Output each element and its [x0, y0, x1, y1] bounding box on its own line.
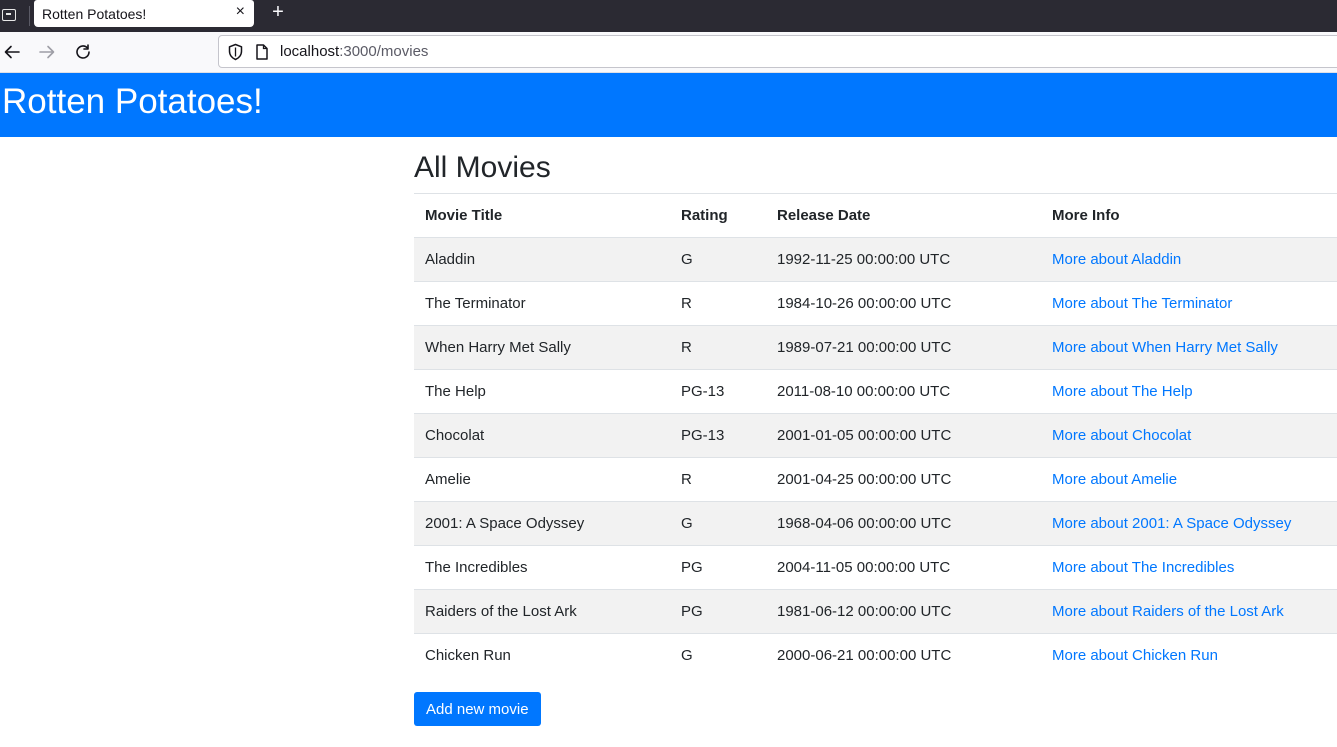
more-info-cell: More about Aladdin	[1041, 237, 1337, 282]
more-info-link[interactable]: More about 2001: A Space Odyssey	[1052, 515, 1291, 532]
movie-title: When Harry Met Sally	[414, 325, 670, 370]
table-row: Raiders of the Lost Ark PG 1981-06-12 00…	[414, 589, 1337, 634]
movie-rating: PG	[670, 545, 766, 590]
table-row: Aladdin G 1992-11-25 00:00:00 UTC More a…	[414, 237, 1337, 282]
more-info-cell: More about 2001: A Space Odyssey	[1041, 501, 1337, 546]
app-title: Rotten Potatoes!	[2, 82, 263, 121]
movie-title: The Incredibles	[414, 545, 670, 590]
movie-rating: R	[670, 281, 766, 326]
movie-title: Aladdin	[414, 237, 670, 282]
table-header-row: Movie Title Rating Release Date More Inf…	[414, 193, 1337, 238]
plus-icon[interactable]: +	[268, 0, 288, 24]
table-row: The Help PG-13 2011-08-10 00:00:00 UTC M…	[414, 369, 1337, 414]
column-header-more-info: More Info	[1041, 193, 1337, 238]
movie-release-date: 2001-01-05 00:00:00 UTC	[766, 413, 1041, 458]
movie-release-date: 2000-06-21 00:00:00 UTC	[766, 633, 1041, 678]
app-header: Rotten Potatoes!	[0, 73, 1337, 137]
movie-release-date: 1992-11-25 00:00:00 UTC	[766, 237, 1041, 282]
browser-tab-bar: Rotten Potatoes! × +	[0, 0, 1337, 32]
movie-release-date: 1989-07-21 00:00:00 UTC	[766, 325, 1041, 370]
url-text[interactable]: localhost:3000/movies	[280, 43, 428, 60]
page-title: All Movies	[414, 151, 551, 184]
column-header-release-date: Release Date	[766, 193, 1041, 238]
more-info-cell: More about Raiders of the Lost Ark	[1041, 589, 1337, 634]
tab-title: Rotten Potatoes!	[42, 5, 147, 22]
movie-title: 2001: A Space Odyssey	[414, 501, 670, 546]
movie-rating: PG-13	[670, 413, 766, 458]
shield-icon[interactable]	[227, 43, 244, 66]
movie-title: Chocolat	[414, 413, 670, 458]
back-arrow-icon[interactable]	[2, 42, 22, 62]
movie-rating: R	[670, 457, 766, 502]
more-info-cell: More about Amelie	[1041, 457, 1337, 502]
movie-rating: G	[670, 237, 766, 282]
browser-tab[interactable]: Rotten Potatoes! ×	[34, 0, 254, 27]
movie-release-date: 2004-11-05 00:00:00 UTC	[766, 545, 1041, 590]
close-icon[interactable]: ×	[236, 3, 245, 21]
url-bar[interactable]: localhost:3000/movies	[218, 35, 1337, 68]
movie-title: The Help	[414, 369, 670, 414]
column-header-rating: Rating	[670, 193, 766, 238]
movie-title: Amelie	[414, 457, 670, 502]
column-header-title: Movie Title	[414, 193, 670, 238]
movie-release-date: 1984-10-26 00:00:00 UTC	[766, 281, 1041, 326]
movie-rating: R	[670, 325, 766, 370]
more-info-cell: More about Chocolat	[1041, 413, 1337, 458]
tab-separator	[29, 6, 30, 26]
table-row: Chicken Run G 2000-06-21 00:00:00 UTC Mo…	[414, 633, 1337, 678]
add-new-movie-button[interactable]: Add new movie	[414, 692, 541, 726]
forward-arrow-icon[interactable]	[37, 42, 57, 62]
more-info-link[interactable]: More about The Help	[1052, 383, 1193, 400]
movie-release-date: 2001-04-25 00:00:00 UTC	[766, 457, 1041, 502]
more-info-link[interactable]: More about Raiders of the Lost Ark	[1052, 603, 1284, 620]
movie-rating: PG-13	[670, 369, 766, 414]
more-info-cell: More about The Incredibles	[1041, 545, 1337, 590]
more-info-cell: More about The Terminator	[1041, 281, 1337, 326]
movie-title: The Terminator	[414, 281, 670, 326]
movie-release-date: 1981-06-12 00:00:00 UTC	[766, 589, 1041, 634]
table-row: Amelie R 2001-04-25 00:00:00 UTC More ab…	[414, 457, 1337, 502]
table-row: When Harry Met Sally R 1989-07-21 00:00:…	[414, 325, 1337, 370]
movie-release-date: 1968-04-06 00:00:00 UTC	[766, 501, 1041, 546]
more-info-link[interactable]: More about The Terminator	[1052, 295, 1232, 312]
browser-nav-bar: localhost:3000/movies	[0, 32, 1337, 73]
url-host: localhost	[280, 43, 340, 60]
table-row: 2001: A Space Odyssey G 1968-04-06 00:00…	[414, 501, 1337, 546]
more-info-cell: More about When Harry Met Sally	[1041, 325, 1337, 370]
page-icon	[255, 44, 269, 65]
more-info-link[interactable]: More about Chicken Run	[1052, 647, 1218, 664]
movie-title: Chicken Run	[414, 633, 670, 678]
movie-rating: G	[670, 633, 766, 678]
more-info-link[interactable]: More about Chocolat	[1052, 427, 1191, 444]
movie-rating: PG	[670, 589, 766, 634]
movie-rating: G	[670, 501, 766, 546]
more-info-link[interactable]: More about The Incredibles	[1052, 559, 1234, 576]
more-info-link[interactable]: More about When Harry Met Sally	[1052, 339, 1278, 356]
url-path: :3000/movies	[339, 43, 429, 60]
more-info-link[interactable]: More about Amelie	[1052, 471, 1177, 488]
more-info-link[interactable]: More about Aladdin	[1052, 251, 1181, 268]
tab-list-icon[interactable]	[0, 4, 18, 26]
table-row: The Terminator R 1984-10-26 00:00:00 UTC…	[414, 281, 1337, 326]
table-row: Chocolat PG-13 2001-01-05 00:00:00 UTC M…	[414, 413, 1337, 458]
movie-release-date: 2011-08-10 00:00:00 UTC	[766, 369, 1041, 414]
movies-table: Movie Title Rating Release Date More Inf…	[414, 193, 1337, 678]
more-info-cell: More about The Help	[1041, 369, 1337, 414]
more-info-cell: More about Chicken Run	[1041, 633, 1337, 678]
reload-icon[interactable]	[73, 42, 93, 62]
movie-title: Raiders of the Lost Ark	[414, 589, 670, 634]
table-row: The Incredibles PG 2004-11-05 00:00:00 U…	[414, 545, 1337, 590]
